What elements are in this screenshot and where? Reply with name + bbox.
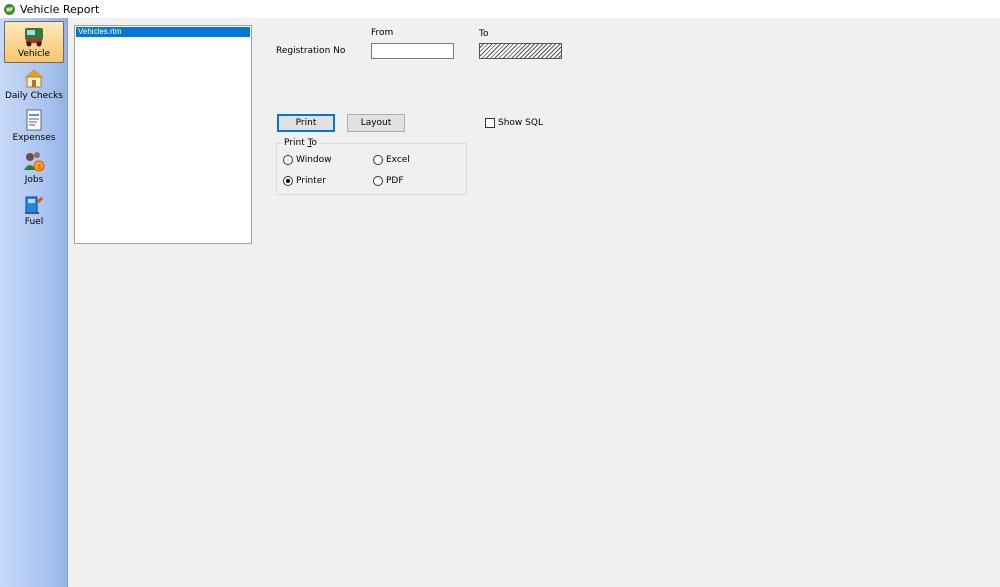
sidebar-item-expenses[interactable]: Expenses <box>4 106 64 148</box>
sidebar-item-label: Vehicle <box>17 49 51 59</box>
sidebar-item-fuel[interactable]: Fuel <box>4 190 64 232</box>
radio-pdf[interactable]: PDF <box>373 176 404 186</box>
title-bar: Vehicle Report <box>0 0 1000 18</box>
print-to-group <box>276 143 467 195</box>
people-money-icon: $ <box>24 152 45 172</box>
sidebar-item-jobs[interactable]: $ Jobs <box>4 148 64 190</box>
registration-label: Registration No <box>276 46 346 56</box>
radio-label: Excel <box>386 155 410 165</box>
sidebar-item-daily-checks[interactable]: Daily Checks <box>4 64 64 106</box>
fuel-pump-icon <box>25 196 43 214</box>
from-label: From <box>371 28 394 38</box>
sidebar-item-label: Expenses <box>12 133 56 143</box>
to-label: To <box>479 29 489 39</box>
checkbox-box[interactable] <box>485 118 495 128</box>
radio-label: Window <box>296 155 332 165</box>
sidebar-item-vehicle[interactable]: Vehicle <box>4 21 64 63</box>
registration-to-input[interactable] <box>479 43 562 59</box>
radio-label: PDF <box>386 176 404 186</box>
radio-excel[interactable]: Excel <box>373 155 410 165</box>
radio-circle[interactable] <box>373 176 383 186</box>
sidebar-item-label: Daily Checks <box>4 91 63 101</box>
truck-icon <box>25 28 43 47</box>
sidebar-item-label: Fuel <box>24 217 44 227</box>
window-title: Vehicle Report <box>20 2 100 16</box>
house-icon <box>24 69 44 88</box>
show-sql-checkbox[interactable]: Show SQL <box>485 118 543 128</box>
radio-circle[interactable] <box>373 155 383 165</box>
app-icon <box>4 3 15 15</box>
registration-from-input[interactable] <box>371 43 454 59</box>
svg-text:$: $ <box>37 164 41 171</box>
print-to-title: Print To <box>282 138 320 148</box>
list-item[interactable]: Vehicles.rtm <box>76 27 250 37</box>
radio-printer[interactable]: Printer <box>283 176 326 186</box>
radio-circle[interactable] <box>283 176 293 186</box>
print-button[interactable]: Print <box>277 114 335 132</box>
document-icon <box>26 109 42 131</box>
radio-label: Printer <box>296 176 326 186</box>
radio-window[interactable]: Window <box>283 155 332 165</box>
layout-button[interactable]: Layout <box>347 114 405 132</box>
sidebar-item-label: Jobs <box>24 175 44 185</box>
show-sql-label: Show SQL <box>498 118 543 128</box>
sidebar: Vehicle Daily Checks Expenses $ Jobs Fue… <box>0 18 68 587</box>
radio-circle[interactable] <box>283 155 293 165</box>
report-listbox[interactable]: Vehicles.rtm <box>74 25 252 244</box>
